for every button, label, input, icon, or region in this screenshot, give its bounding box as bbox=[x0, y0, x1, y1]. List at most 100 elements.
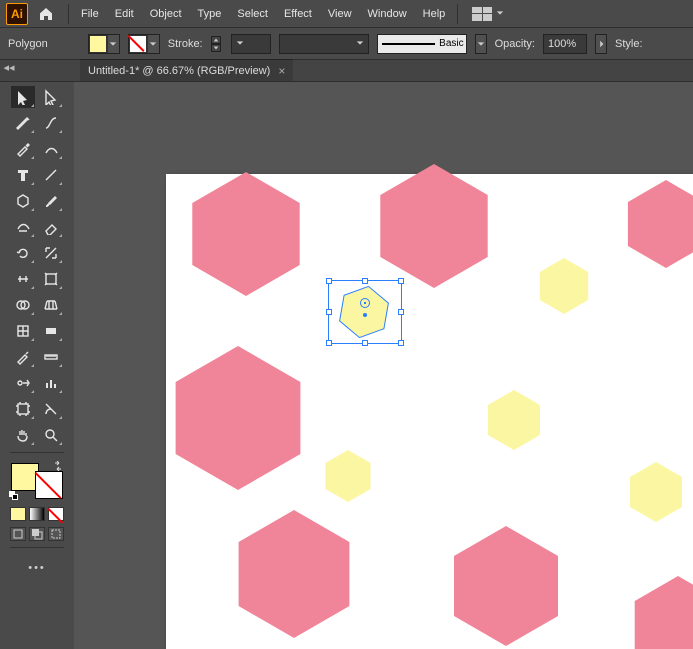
menu-select[interactable]: Select bbox=[229, 4, 276, 24]
step-down-icon[interactable] bbox=[211, 44, 221, 52]
brush-name: Basic bbox=[439, 38, 463, 49]
selection-tool[interactable] bbox=[11, 86, 35, 108]
stroke-color-swatch[interactable] bbox=[128, 34, 160, 54]
menu-object[interactable]: Object bbox=[142, 4, 190, 24]
document-tab-title: Untitled-1* @ 66.67% (RGB/Preview) bbox=[88, 65, 270, 77]
opacity-value: 100% bbox=[548, 38, 576, 50]
color-mode-solid[interactable] bbox=[10, 507, 26, 521]
hexagon-shape[interactable] bbox=[620, 178, 693, 270]
draw-mode-row bbox=[10, 527, 64, 541]
selection-handle[interactable] bbox=[362, 278, 368, 284]
measure-tool[interactable] bbox=[39, 346, 63, 368]
mesh-tool[interactable] bbox=[11, 320, 35, 342]
variable-width-profile[interactable] bbox=[279, 34, 369, 54]
hexagon-shape[interactable] bbox=[370, 162, 498, 290]
selection-handle[interactable] bbox=[398, 278, 404, 284]
direct-selection-tool[interactable] bbox=[39, 86, 63, 108]
brush-dropdown[interactable] bbox=[475, 34, 487, 54]
step-up-icon[interactable] bbox=[211, 36, 221, 44]
shaper-tool[interactable] bbox=[11, 216, 35, 238]
opacity-field[interactable]: 100% bbox=[543, 34, 587, 54]
color-mode-none[interactable] bbox=[48, 507, 64, 521]
hexagon-shape[interactable] bbox=[534, 256, 594, 316]
document-tab[interactable]: Untitled-1* @ 66.67% (RGB/Preview) × bbox=[80, 59, 293, 81]
menu-window[interactable]: Window bbox=[360, 4, 415, 24]
rotate-tool[interactable] bbox=[11, 242, 35, 264]
hexagon-shape[interactable] bbox=[320, 448, 376, 504]
menu-bar: Ai FileEditObjectTypeSelectEffectViewWin… bbox=[0, 0, 693, 28]
selection-handle[interactable] bbox=[362, 340, 368, 346]
artboard[interactable] bbox=[166, 174, 693, 649]
column-graph-tool[interactable] bbox=[39, 372, 63, 394]
menu-edit[interactable]: Edit bbox=[107, 4, 142, 24]
selection-handle[interactable] bbox=[398, 340, 404, 346]
home-icon[interactable] bbox=[34, 2, 58, 26]
color-mode-gradient[interactable] bbox=[29, 507, 45, 521]
hexagon-shape[interactable] bbox=[482, 388, 546, 452]
symbol-sprayer-tool[interactable] bbox=[11, 372, 35, 394]
fill-color-swatch[interactable] bbox=[88, 34, 120, 54]
line-tool[interactable] bbox=[39, 164, 63, 186]
shape-builder-tool[interactable] bbox=[11, 294, 35, 316]
hexagon-shape[interactable] bbox=[182, 170, 310, 298]
paintbrush-tool[interactable] bbox=[39, 190, 63, 212]
draw-behind[interactable] bbox=[29, 527, 45, 541]
workspace-switcher[interactable] bbox=[468, 5, 508, 23]
hexagon-shape[interactable] bbox=[624, 460, 688, 524]
polygon-tool[interactable] bbox=[11, 190, 35, 212]
hexagon-shape[interactable] bbox=[444, 524, 568, 648]
chevron-down-icon bbox=[496, 8, 504, 20]
eyedropper-tool[interactable] bbox=[11, 138, 35, 160]
brush-definition[interactable]: Basic bbox=[377, 34, 467, 54]
chevron-down-icon bbox=[107, 35, 119, 53]
tools-panel: ••• bbox=[0, 82, 74, 649]
hand-tool[interactable] bbox=[11, 424, 35, 446]
slice-tool[interactable] bbox=[39, 398, 63, 420]
close-icon[interactable]: × bbox=[278, 64, 285, 78]
eraser-tool[interactable] bbox=[39, 216, 63, 238]
width-tool[interactable] bbox=[11, 268, 35, 290]
draw-inside[interactable] bbox=[48, 527, 64, 541]
menu-view[interactable]: View bbox=[320, 4, 360, 24]
draw-normal[interactable] bbox=[10, 527, 26, 541]
fill-stroke-picker[interactable] bbox=[9, 461, 65, 501]
hexagon-shape[interactable] bbox=[164, 344, 312, 492]
zoom-tool[interactable] bbox=[39, 424, 63, 446]
selection-handle[interactable] bbox=[326, 309, 332, 315]
none-icon bbox=[129, 35, 147, 53]
more-tools-icon[interactable]: ••• bbox=[28, 562, 46, 574]
gradient-tool[interactable] bbox=[39, 320, 63, 342]
hexagon-shape[interactable] bbox=[626, 574, 693, 649]
selection-bounds[interactable] bbox=[328, 280, 402, 344]
menu-effect[interactable]: Effect bbox=[276, 4, 320, 24]
hexagon-shape[interactable] bbox=[228, 508, 360, 640]
app-logo: Ai bbox=[6, 3, 28, 25]
swap-fill-stroke-icon[interactable] bbox=[53, 461, 65, 473]
type-tool[interactable] bbox=[11, 164, 35, 186]
default-fill-stroke-icon[interactable] bbox=[9, 491, 19, 501]
selection-handle[interactable] bbox=[398, 309, 404, 315]
stroke-weight-stepper[interactable] bbox=[211, 36, 221, 52]
panel-expander-icon[interactable]: ◂◂ bbox=[4, 62, 14, 72]
selection-handle[interactable] bbox=[326, 278, 332, 284]
opacity-dropdown[interactable] bbox=[595, 34, 607, 54]
scale-tool[interactable] bbox=[39, 242, 63, 264]
curvature-tool[interactable] bbox=[39, 112, 63, 134]
selection-target-icon[interactable] bbox=[360, 298, 370, 308]
menu-file[interactable]: File bbox=[73, 4, 107, 24]
stroke-label: Stroke: bbox=[168, 38, 203, 50]
menu-type[interactable]: Type bbox=[190, 4, 230, 24]
blend-tool[interactable] bbox=[39, 138, 63, 160]
stroke-swatch-icon[interactable] bbox=[35, 471, 63, 499]
pen-tool[interactable] bbox=[11, 112, 35, 134]
document-tab-bar: Untitled-1* @ 66.67% (RGB/Preview) × bbox=[0, 60, 693, 82]
eyedropper-alt-tool[interactable] bbox=[11, 346, 35, 368]
perspective-grid-tool[interactable] bbox=[39, 294, 63, 316]
chevron-down-icon bbox=[147, 35, 159, 53]
canvas-viewport[interactable] bbox=[74, 82, 693, 649]
menu-help[interactable]: Help bbox=[415, 4, 454, 24]
artboard-tool[interactable] bbox=[11, 398, 35, 420]
selection-handle[interactable] bbox=[326, 340, 332, 346]
free-transform-tool[interactable] bbox=[39, 268, 63, 290]
stroke-weight-field[interactable] bbox=[231, 34, 271, 54]
